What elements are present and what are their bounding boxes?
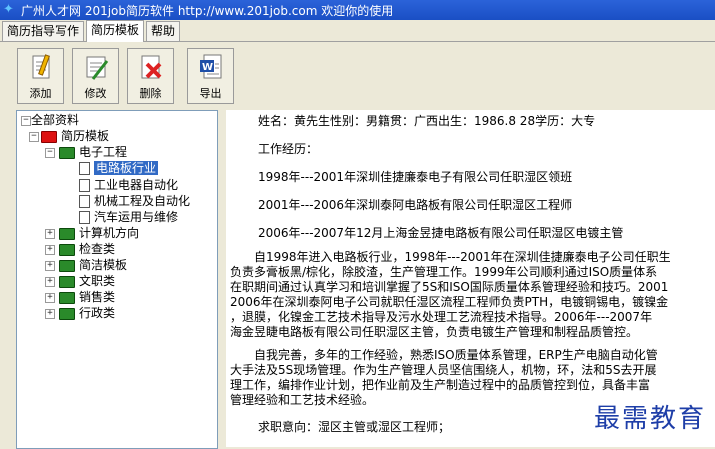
watermark: 最需教育 <box>594 404 707 434</box>
toolbar: 添加 修改 删除 W 导出 <box>0 42 715 104</box>
green-book-icon <box>59 259 75 272</box>
job-intent: 求职意向：湿区主管或湿区工程师； <box>258 420 451 434</box>
expand-icon[interactable]: + <box>45 261 55 271</box>
tab-help[interactable]: 帮助 <box>146 21 181 41</box>
delete-label: 删除 <box>139 87 162 100</box>
tab-resume-templates[interactable]: 简历模板 <box>86 20 145 42</box>
tab-bar: 简历指导写作 简历模板 帮助 <box>0 20 715 42</box>
document-icon <box>79 162 90 175</box>
expand-icon[interactable]: + <box>45 245 55 255</box>
expand-icon[interactable]: + <box>45 229 55 239</box>
green-book-icon <box>59 291 75 304</box>
experience-item: 1998年---2001年深圳佳捷廉泰电子有限公司任职湿区领班 <box>258 170 573 184</box>
experience-title: 工作经历： <box>258 142 319 156</box>
experience-item: 2001年---2006年深圳泰阿电路板有限公司任职湿区工程师 <box>258 198 573 212</box>
export-label: 导出 <box>199 87 222 100</box>
tab-writing-guide[interactable]: 简历指导写作 <box>2 21 85 41</box>
splitter[interactable] <box>218 110 226 447</box>
export-button[interactable]: W 导出 <box>187 48 234 104</box>
green-book-icon <box>59 146 75 159</box>
expand-icon[interactable]: + <box>45 293 55 303</box>
tree-node-computer[interactable]: 计算机方向 <box>59 225 139 241</box>
edit-label: 修改 <box>84 87 107 100</box>
add-icon <box>28 53 54 81</box>
title-bar: ✦ 广州人才网 201job简历软件 http://www.201job.com… <box>0 0 715 20</box>
resume-tree: − 全部资料 − 简历模板 − 电子工程 电路板行业 工业电器自动化 机械工程及… <box>16 110 218 449</box>
document-icon <box>79 211 90 224</box>
tree-leaf-pcb[interactable]: 电路板行业 <box>79 160 159 176</box>
green-book-icon <box>59 275 75 288</box>
add-label: 添加 <box>29 87 52 100</box>
tree-node-sales[interactable]: 销售类 <box>59 289 115 305</box>
delete-icon <box>138 53 164 81</box>
green-book-icon <box>59 227 75 240</box>
edit-button[interactable]: 修改 <box>72 48 119 104</box>
document-icon <box>79 179 90 192</box>
tree-node-templates[interactable]: 简历模板 <box>41 128 109 144</box>
red-book-icon <box>41 130 57 143</box>
expand-icon[interactable]: + <box>45 277 55 287</box>
summary-paragraph: 自1998年进入电路板行业，1998年---2001年在深圳佳捷廉泰电子公司任职… <box>230 250 671 339</box>
word-export-icon: W <box>198 53 224 81</box>
document-icon <box>79 195 90 208</box>
tree-node-simple[interactable]: 简洁模板 <box>59 257 127 273</box>
experience-item: 2006年---2007年12月上海金昱捷电路板有限公司任职湿区电镀主管 <box>258 226 624 240</box>
green-book-icon <box>59 243 75 256</box>
tree-leaf-automotive[interactable]: 汽车运用与维修 <box>79 209 178 225</box>
svg-text:W: W <box>202 62 213 73</box>
collapse-icon[interactable]: − <box>21 116 31 126</box>
app-icon: ✦ <box>3 2 14 17</box>
tree-node-admin[interactable]: 行政类 <box>59 305 115 321</box>
tree-node-clerical[interactable]: 文职类 <box>59 273 115 289</box>
delete-button[interactable]: 删除 <box>127 48 174 104</box>
green-book-icon <box>59 307 75 320</box>
collapse-icon[interactable]: − <box>29 132 39 142</box>
add-button[interactable]: 添加 <box>17 48 64 104</box>
resume-preview[interactable]: 姓名：黄先生性别：男籍贯：广西出生：1986.8 28学历：大专 工作经历： 1… <box>226 110 715 447</box>
resume-header: 姓名：黄先生性别：男籍贯：广西出生：1986.8 28学历：大专 <box>258 114 596 128</box>
tree-node-electronics[interactable]: 电子工程 <box>59 144 127 160</box>
edit-icon <box>83 53 109 81</box>
expand-icon[interactable]: + <box>45 309 55 319</box>
window-title: 广州人才网 201job简历软件 http://www.201job.com 欢… <box>21 3 394 18</box>
tree-leaf-mechanical[interactable]: 机械工程及自动化 <box>79 193 190 209</box>
tree-node-inspection[interactable]: 检查类 <box>59 241 115 257</box>
collapse-icon[interactable]: − <box>45 148 55 158</box>
tree-root[interactable]: 全部资料 <box>31 112 79 128</box>
tree-leaf-industrial[interactable]: 工业电器自动化 <box>79 177 178 193</box>
